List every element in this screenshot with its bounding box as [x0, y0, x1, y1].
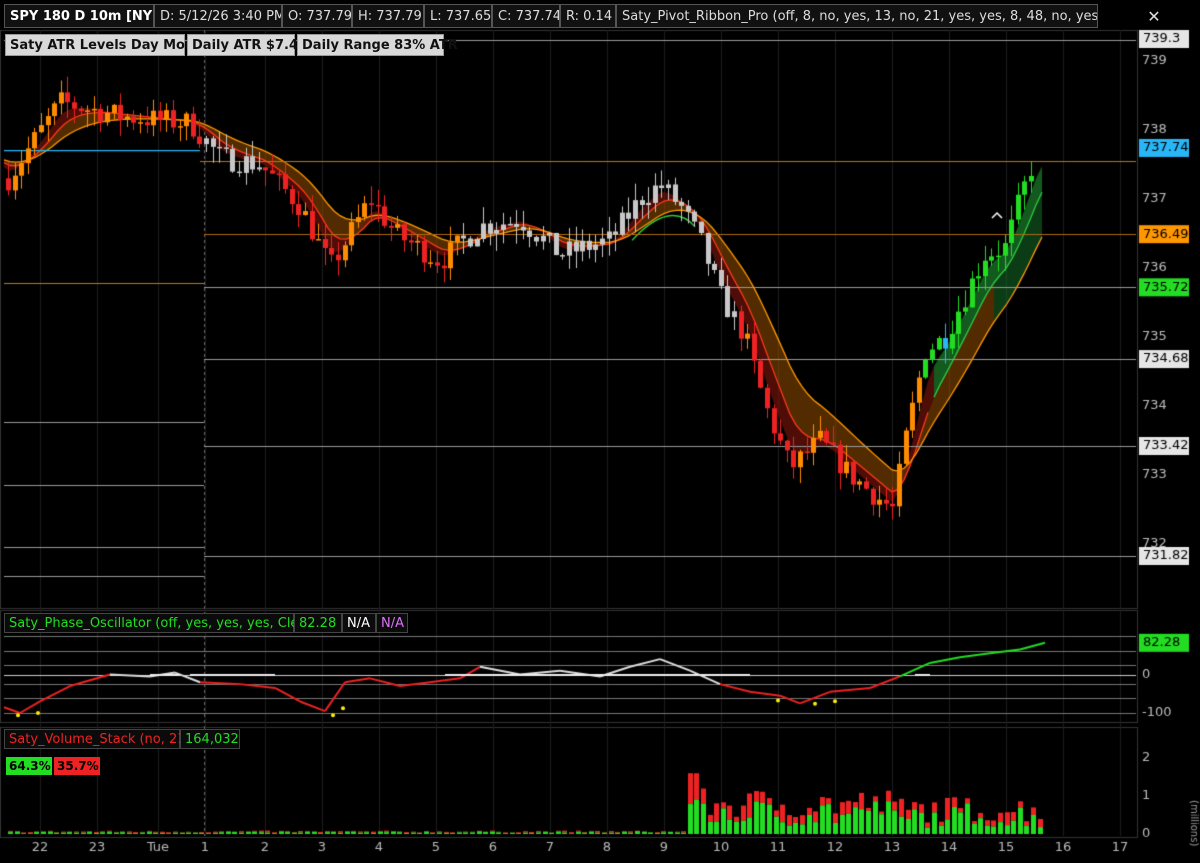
close-label: C: 737.74 — [492, 4, 560, 28]
oscillator-na-label: N/A — [342, 613, 376, 633]
atr-mode-label: Saty ATR Levels Day Mode — [5, 34, 203, 56]
high-label: H: 737.79 — [352, 4, 424, 28]
oscillator-value-label: 82.28 — [294, 613, 342, 633]
close-icon[interactable]: ✕ — [1143, 6, 1165, 28]
date-label: D: 5/12/26 3:40 PM — [154, 4, 282, 28]
symbol-label: SPY 180 D 10m [NYSE] — [4, 4, 154, 28]
buy-percent-badge: 64.3% — [6, 757, 52, 775]
oscillator-name-label[interactable]: Saty_Phase_Oscillator (off, yes, yes, ye… — [4, 613, 320, 633]
low-label: L: 737.65 — [424, 4, 492, 28]
volume-stack-name-label[interactable]: Saty_Volume_Stack (no, 21) — [4, 729, 191, 749]
daily-atr-label: Daily ATR $7.48 — [187, 34, 307, 56]
volume-stack-value-label: 164,032 — [180, 729, 240, 749]
oscillator-na-label-2: N/A — [376, 613, 408, 633]
sell-percent-badge: 35.7% — [54, 757, 100, 775]
open-label: O: 737.79 — [282, 4, 352, 28]
study-label[interactable]: Saty_Pivot_Ribbon_Pro (off, 8, no, yes, … — [616, 4, 1098, 28]
daily-range-label: Daily Range 83% ATR — [297, 34, 458, 56]
range-label: R: 0.14 — [560, 4, 616, 28]
